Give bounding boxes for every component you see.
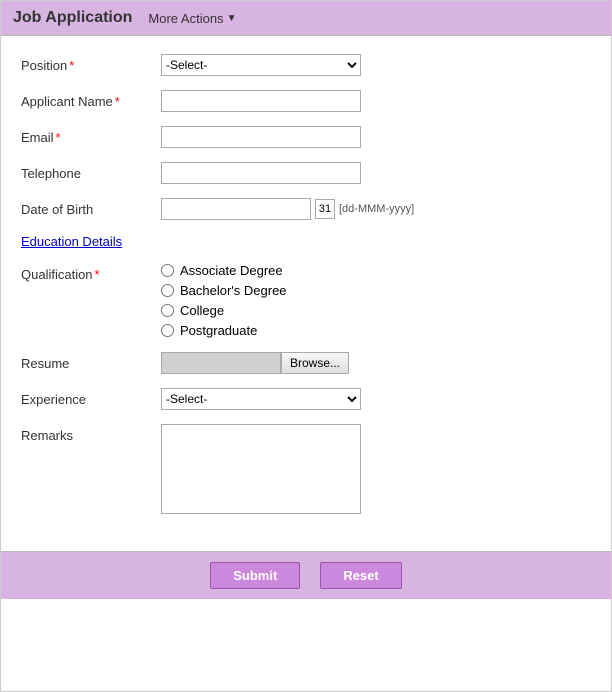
telephone-input[interactable] (161, 162, 361, 184)
qualification-option-associate[interactable]: Associate Degree (161, 263, 591, 278)
position-field: -Select- (161, 54, 591, 76)
file-input-row: Browse... (161, 352, 591, 374)
dob-row: Date of Birth 31 [dd-MMM-yyyy] (21, 198, 591, 220)
form-body: Position* -Select- Applicant Name* Email… (1, 36, 611, 541)
qualification-radio-bachelor[interactable] (161, 284, 174, 297)
email-field (161, 126, 591, 148)
qualification-radio-group: Associate Degree Bachelor's Degree Colle… (161, 263, 591, 338)
telephone-field (161, 162, 591, 184)
header: Job Application More Actions ▼ (1, 1, 611, 36)
applicant-name-field (161, 90, 591, 112)
remarks-field (161, 424, 591, 517)
email-input[interactable] (161, 126, 361, 148)
chevron-down-icon: ▼ (227, 13, 237, 24)
date-row: 31 [dd-MMM-yyyy] (161, 198, 591, 220)
more-actions-button[interactable]: More Actions ▼ (148, 11, 236, 26)
email-row: Email* (21, 126, 591, 148)
applicant-name-label: Applicant Name* (21, 90, 161, 109)
education-section-title: Education Details (21, 234, 591, 249)
remarks-label: Remarks (21, 424, 161, 443)
applicant-name-row: Applicant Name* (21, 90, 591, 112)
qualification-field: Associate Degree Bachelor's Degree Colle… (161, 263, 591, 338)
experience-select[interactable]: -Select- (161, 388, 361, 410)
dob-field: 31 [dd-MMM-yyyy] (161, 198, 591, 220)
calendar-icon[interactable]: 31 (315, 199, 335, 219)
position-row: Position* -Select- (21, 54, 591, 76)
qualification-radio-college[interactable] (161, 304, 174, 317)
dob-input[interactable] (161, 198, 311, 220)
footer: Submit Reset (1, 551, 611, 599)
qualification-radio-postgraduate[interactable] (161, 324, 174, 337)
submit-button[interactable]: Submit (210, 562, 300, 589)
date-format-hint: [dd-MMM-yyyy] (339, 203, 414, 215)
qualification-option-college[interactable]: College (161, 303, 591, 318)
position-label: Position* (21, 54, 161, 73)
resume-label: Resume (21, 352, 161, 371)
reset-button[interactable]: Reset (320, 562, 401, 589)
telephone-row: Telephone (21, 162, 591, 184)
applicant-name-input[interactable] (161, 90, 361, 112)
resume-field: Browse... (161, 352, 591, 374)
experience-row: Experience -Select- (21, 388, 591, 410)
email-label: Email* (21, 126, 161, 145)
remarks-textarea[interactable] (161, 424, 361, 514)
qualification-label: Qualification* (21, 263, 161, 282)
position-select[interactable]: -Select- (161, 54, 361, 76)
experience-field: -Select- (161, 388, 591, 410)
qualification-row: Qualification* Associate Degree Bachelor… (21, 263, 591, 338)
telephone-label: Telephone (21, 162, 161, 181)
experience-label: Experience (21, 388, 161, 407)
qualification-option-postgraduate[interactable]: Postgraduate (161, 323, 591, 338)
page-title: Job Application (13, 9, 132, 27)
page-wrapper: Job Application More Actions ▼ Position*… (0, 0, 612, 692)
resume-row: Resume Browse... (21, 352, 591, 374)
dob-label: Date of Birth (21, 198, 161, 217)
qualification-radio-associate[interactable] (161, 264, 174, 277)
remarks-row: Remarks (21, 424, 591, 517)
browse-button[interactable]: Browse... (281, 352, 349, 374)
qualification-option-bachelor[interactable]: Bachelor's Degree (161, 283, 591, 298)
file-text-box (161, 352, 281, 374)
